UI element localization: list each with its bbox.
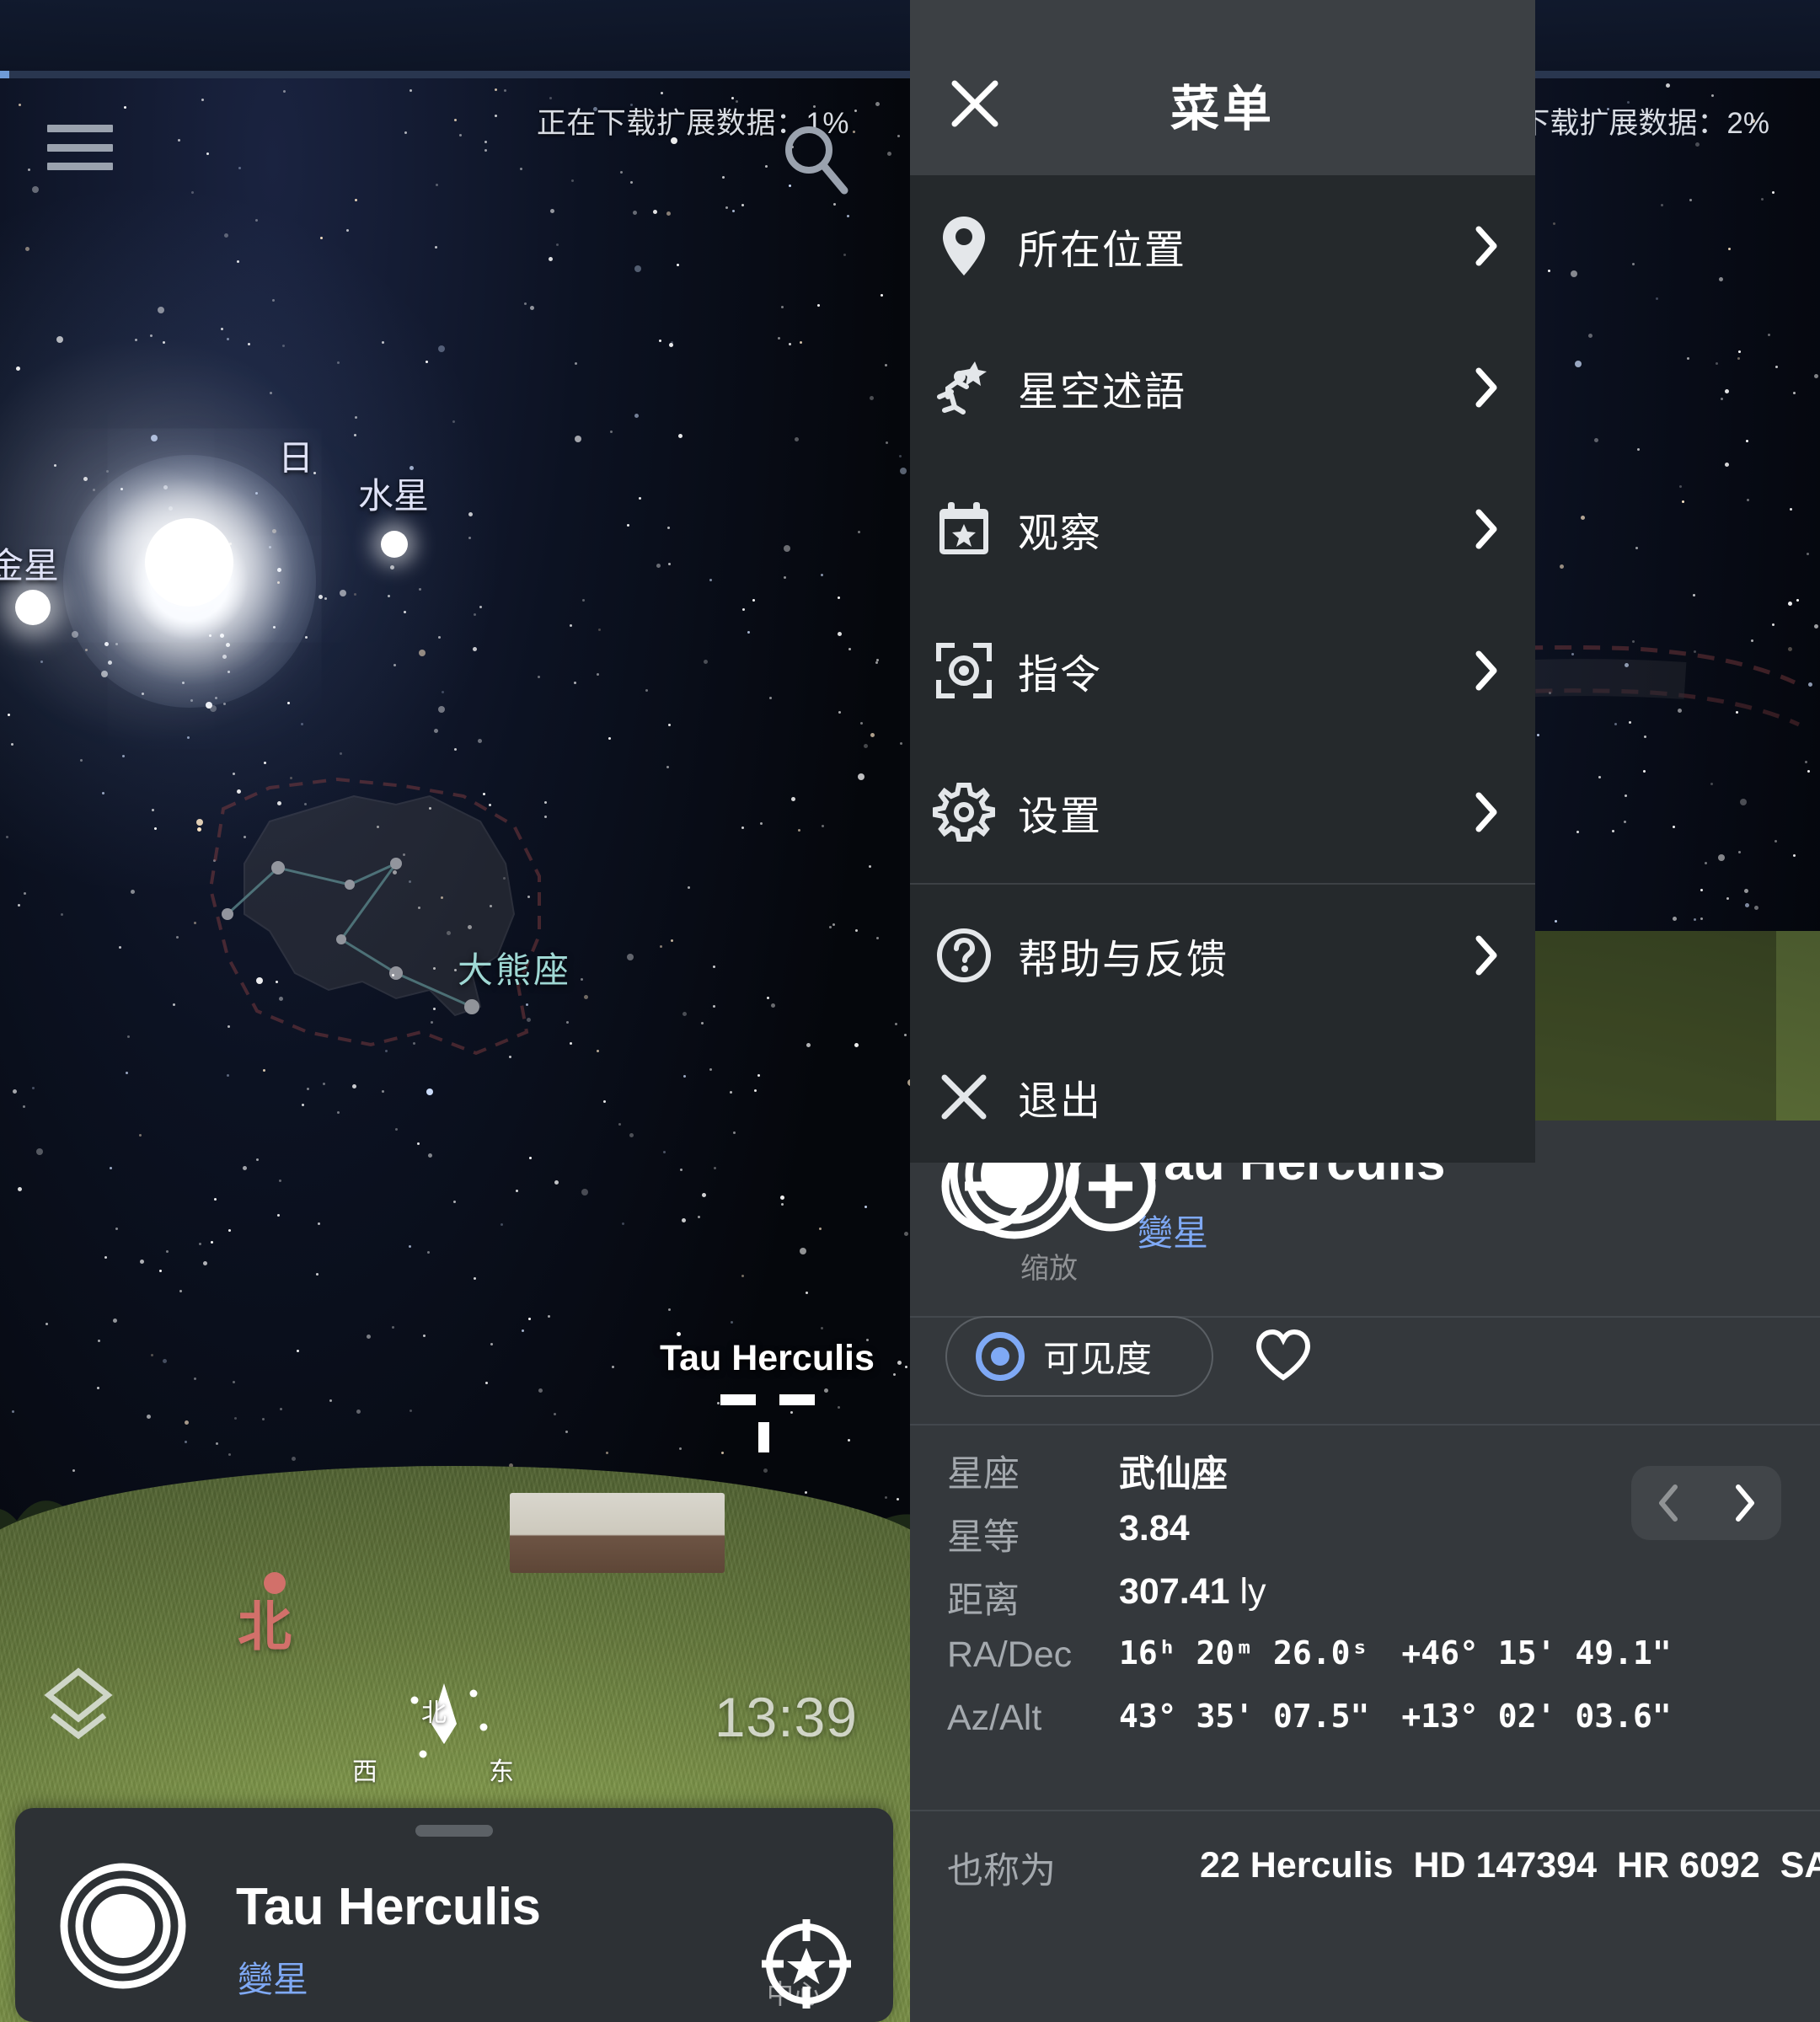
sky-view-left[interactable]: 日 水星 金星 大熊座 Tau Herculis 北 正在下载扩展数据：1% 北…	[0, 0, 910, 2022]
property-key: 星座	[947, 1454, 1020, 1495]
visibility-button[interactable]: 可见度	[945, 1316, 1213, 1397]
menu-item-location[interactable]: 所在位置	[910, 175, 1535, 317]
chevron-right-icon[interactable]	[1473, 935, 1498, 976]
heart-icon[interactable]	[1255, 1329, 1311, 1382]
menu-item-commands[interactable]: 指令	[910, 600, 1535, 741]
barn-building	[510, 1493, 725, 1573]
menu-item-label: 设置	[1018, 794, 1103, 839]
menu-item-label: 退出	[1018, 1079, 1103, 1124]
sky-label-venus: 金星	[0, 546, 60, 586]
center-button-label: 中心	[766, 1979, 821, 2009]
property-value: 武仙座	[1119, 1454, 1228, 1495]
menu-item-label: 观察	[1018, 511, 1103, 556]
property-key: 距离	[947, 1581, 1020, 1621]
menu-item-settings[interactable]: 设置	[910, 741, 1535, 883]
screenshot-root: 日 水星 金星 大熊座 Tau Herculis 北 正在下载扩展数据：1% 北…	[0, 0, 1820, 2022]
chevron-right-icon[interactable]	[1732, 1484, 1757, 1522]
location-pin-icon	[910, 215, 1018, 277]
selection-reticle-left	[720, 1394, 756, 1405]
aka-values: 22 HerculisHD 147394HR 6092SAO 46028HIP …	[947, 1835, 1820, 1896]
calendar-star-icon	[910, 500, 1018, 558]
download-progress-track	[0, 71, 910, 78]
planet-mercury-dot[interactable]	[381, 531, 408, 558]
compass-label-east: 东	[489, 1758, 514, 1786]
visibility-label: 可见度	[1043, 1340, 1152, 1380]
menu-title: 菜单	[1170, 82, 1275, 136]
property-row: RA/Dec 16ʰ 20ᵐ 26.0ˢ +46° 15' 49.1"	[910, 1634, 1820, 1698]
sky-label-mercury: 水星	[358, 476, 430, 516]
constellation-figure-ursa-major	[208, 777, 541, 1056]
question-circle-icon	[910, 928, 1018, 983]
property-row: 距离 307.41 ly	[910, 1571, 1820, 1634]
property-key: Az/Alt	[947, 1698, 1042, 1738]
chevron-right-icon[interactable]	[1473, 509, 1498, 549]
download-progress-fill	[0, 71, 9, 78]
menu-item-exit[interactable]: 退出	[910, 1026, 1535, 1168]
hamburger-icon[interactable]	[47, 125, 113, 170]
menu-header: 菜单	[910, 0, 1535, 175]
layers-icon[interactable]	[44, 1666, 113, 1747]
menu-item-list: 所在位置 星空述語 观察 指令 设置 帮助与反馈 退出	[910, 175, 1535, 1168]
property-key: 星等	[947, 1517, 1020, 1558]
compass-label-west: 西	[352, 1758, 377, 1786]
search-icon[interactable]	[782, 125, 849, 195]
aka-item: SAO 46028	[1780, 1845, 1820, 1886]
property-value: 16ʰ 20ᵐ 26.0ˢ +46° 15' 49.1"	[1119, 1634, 1672, 1672]
top-status-strip	[0, 0, 910, 74]
detail-divider-aka	[910, 1810, 1820, 1811]
property-value: 3.84	[1119, 1508, 1190, 1549]
north-marker: 北	[238, 1597, 292, 1657]
aka-item: HD 147394	[1413, 1845, 1598, 1886]
chevron-left-icon[interactable]	[1657, 1484, 1682, 1522]
compass-label-north: 北	[421, 1699, 447, 1727]
chevron-right-icon[interactable]	[1473, 226, 1498, 266]
menu-item-label: 所在位置	[1018, 228, 1187, 273]
drag-handle[interactable]	[415, 1825, 493, 1837]
planet-venus-dot[interactable]	[15, 590, 51, 625]
sun-disc[interactable]	[145, 518, 233, 607]
constellation-label-ursa-major: 大熊座	[458, 950, 572, 990]
clock-display[interactable]: 13:39	[715, 1685, 858, 1749]
menu-item-label: 帮助与反馈	[1018, 938, 1229, 982]
property-value: 307.41 ly	[1119, 1571, 1266, 1612]
aka-item: HR 6092	[1617, 1845, 1760, 1886]
aka-item: 22 Herculis	[1200, 1845, 1394, 1886]
zoom-label: 缩放	[1020, 1253, 1078, 1285]
star-circle-icon	[60, 1863, 186, 1989]
chevron-right-icon[interactable]	[1473, 650, 1498, 691]
menu-item-observe[interactable]: 观察	[910, 458, 1535, 600]
gear-icon	[910, 783, 1018, 842]
sky-label-sun: 日	[278, 438, 314, 478]
menu-item-label: 星空述語	[1018, 370, 1187, 415]
object-nav-pill[interactable]	[1631, 1466, 1781, 1540]
object-name: Tau Herculis	[236, 1878, 541, 1936]
selected-object-sky-label: Tau Herculis	[660, 1338, 875, 1378]
menu-item-help-feedback[interactable]: 帮助与反馈	[910, 885, 1535, 1026]
menu-item-label: 指令	[1018, 653, 1103, 698]
viewfinder-eye-icon	[910, 642, 1018, 699]
menu-drawer[interactable]: 菜单 所在位置 星空述語 观察 指令 设置 帮助与反馈 退出	[910, 0, 1535, 1163]
property-row: Az/Alt 43° 35' 07.5" +13° 02' 03.6"	[910, 1698, 1820, 1761]
shooting-star-runner-icon	[910, 358, 1018, 417]
menu-item-sky-guide[interactable]: 星空述語	[910, 317, 1535, 458]
object-type: 變星	[238, 1960, 309, 1999]
chevron-right-icon[interactable]	[1473, 792, 1498, 832]
chevron-right-icon[interactable]	[1473, 367, 1498, 408]
property-value: 43° 35' 07.5" +13° 02' 03.6"	[1119, 1698, 1672, 1735]
detail-divider-properties	[910, 1424, 1820, 1426]
aka-label: 也称为	[947, 1851, 1056, 1891]
property-key: RA/Dec	[947, 1634, 1073, 1675]
close-x-icon	[910, 1073, 1018, 1121]
selection-reticle-right	[779, 1394, 815, 1405]
visibility-radio-icon	[976, 1332, 1025, 1381]
